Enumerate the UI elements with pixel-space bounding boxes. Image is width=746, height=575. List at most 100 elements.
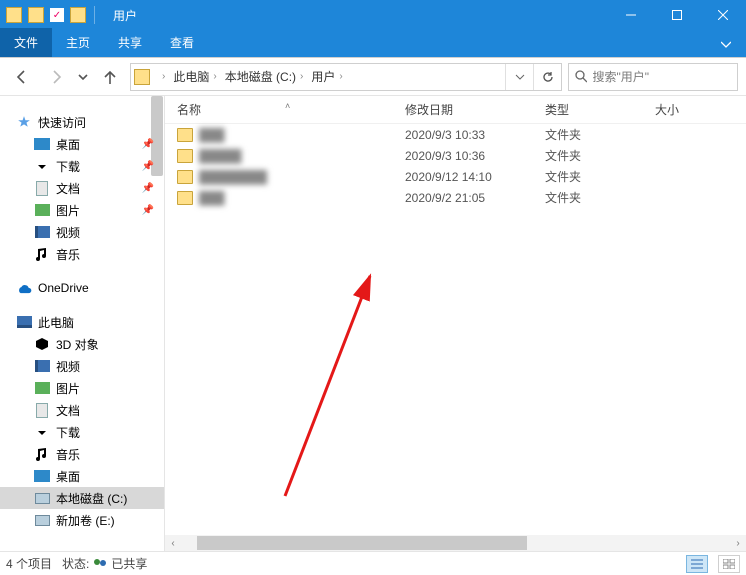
- checkbox-icon[interactable]: ✓: [50, 8, 64, 22]
- drive-icon: [34, 490, 50, 506]
- nav-item[interactable]: 本地磁盘 (C:): [0, 487, 164, 509]
- horizontal-scrollbar[interactable]: ‹ ›: [165, 535, 746, 551]
- nav-label: 快速访问: [38, 114, 86, 131]
- nav-label: 新加卷 (E:): [56, 512, 115, 529]
- tab-file[interactable]: 文件: [0, 28, 52, 57]
- tab-share[interactable]: 共享: [104, 28, 156, 57]
- file-list-view[interactable]: 名称˄ 修改日期 类型 大小 ███ 2020/9/3 10:33 文件夹 ██…: [165, 96, 746, 551]
- minimize-button[interactable]: [608, 0, 654, 30]
- up-button[interactable]: [96, 63, 124, 91]
- pic-icon: [34, 202, 50, 218]
- nav-item[interactable]: 音乐: [0, 243, 164, 265]
- ribbon-expand-button[interactable]: [706, 31, 746, 57]
- nav-item[interactable]: 3D 对象: [0, 333, 164, 355]
- tab-home[interactable]: 主页: [52, 28, 104, 57]
- nav-label: 本地磁盘 (C:): [56, 490, 127, 507]
- annotation-arrow: [275, 256, 415, 506]
- nav-item[interactable]: 图片 📌: [0, 199, 164, 221]
- folder-icon: [70, 7, 86, 23]
- nav-item[interactable]: 下载: [0, 421, 164, 443]
- recent-locations-button[interactable]: [76, 63, 90, 91]
- back-button[interactable]: [8, 63, 36, 91]
- nav-label: 音乐: [56, 446, 80, 463]
- nav-label: 桌面: [56, 136, 80, 153]
- nav-item[interactable]: 下载 📌: [0, 155, 164, 177]
- nav-label: 下载: [56, 158, 80, 175]
- nav-label: 下载: [56, 424, 80, 441]
- nav-label: 文档: [56, 180, 80, 197]
- forward-button[interactable]: [42, 63, 70, 91]
- pin-icon: 📌: [142, 161, 154, 172]
- address-dropdown-button[interactable]: [505, 64, 533, 90]
- file-row[interactable]: ████████ 2020/9/12 14:10 文件夹: [165, 166, 746, 187]
- scroll-left-icon[interactable]: ‹: [165, 538, 181, 549]
- nav-item[interactable]: 图片: [0, 377, 164, 399]
- column-header-size[interactable]: 大小: [655, 101, 735, 118]
- refresh-button[interactable]: [533, 64, 561, 90]
- nav-label: OneDrive: [38, 281, 89, 295]
- search-icon: [575, 70, 587, 83]
- download-icon: [34, 424, 50, 440]
- music-icon: [34, 446, 50, 462]
- file-row[interactable]: ███ 2020/9/3 10:33 文件夹: [165, 124, 746, 145]
- nav-label: 桌面: [56, 468, 80, 485]
- nav-this-pc[interactable]: 此电脑: [0, 311, 164, 333]
- scrollbar-thumb[interactable]: [197, 536, 527, 550]
- nav-quick-access[interactable]: 快速访问: [0, 111, 164, 133]
- close-button[interactable]: [700, 0, 746, 30]
- file-row[interactable]: ███ 2020/9/2 21:05 文件夹: [165, 187, 746, 208]
- nav-label: 文档: [56, 402, 80, 419]
- sort-indicator-icon: ˄: [285, 101, 290, 111]
- breadcrumb-item[interactable]: 用户›: [307, 64, 346, 90]
- nav-label: 此电脑: [38, 314, 74, 331]
- file-type: 文件夹: [545, 189, 655, 206]
- pin-icon: 📌: [142, 205, 154, 216]
- pin-icon: 📌: [142, 183, 154, 194]
- address-bar[interactable]: › 此电脑› 本地磁盘 (C:)› 用户›: [130, 63, 562, 91]
- search-input[interactable]: [593, 70, 731, 84]
- nav-item[interactable]: 音乐: [0, 443, 164, 465]
- folder-icon: [28, 7, 44, 23]
- navigation-pane[interactable]: 快速访问 桌面 📌 下载 📌 文档 📌 图片 📌 视频: [0, 96, 165, 551]
- column-header-type[interactable]: 类型: [545, 101, 655, 118]
- nav-label: 视频: [56, 358, 80, 375]
- maximize-button[interactable]: [654, 0, 700, 30]
- nav-item[interactable]: 新加卷 (E:): [0, 509, 164, 531]
- file-date: 2020/9/3 10:36: [405, 149, 545, 163]
- search-box[interactable]: [568, 63, 738, 91]
- nav-onedrive[interactable]: OneDrive: [0, 277, 164, 299]
- view-details-button[interactable]: [686, 555, 708, 573]
- nav-label: 图片: [56, 202, 80, 219]
- scroll-right-icon[interactable]: ›: [730, 538, 746, 549]
- nav-item[interactable]: 视频: [0, 221, 164, 243]
- file-date: 2020/9/3 10:33: [405, 128, 545, 142]
- star-icon: [16, 114, 32, 130]
- column-header-name[interactable]: 名称˄: [165, 101, 405, 118]
- nav-item[interactable]: 桌面: [0, 465, 164, 487]
- breadcrumb-item[interactable]: 本地磁盘 (C:)›: [221, 64, 308, 90]
- nav-item[interactable]: 文档 📌: [0, 177, 164, 199]
- status-bar: 4 个项目 状态: 已共享: [0, 551, 746, 575]
- ribbon: 文件 主页 共享 查看: [0, 30, 746, 58]
- file-type: 文件夹: [545, 168, 655, 185]
- file-row[interactable]: █████ 2020/9/3 10:36 文件夹: [165, 145, 746, 166]
- folder-icon: [177, 149, 193, 163]
- desktop-icon: [34, 468, 50, 484]
- file-name: █████: [199, 149, 242, 163]
- folder-icon: [177, 128, 193, 142]
- breadcrumb-item[interactable]: 此电脑›: [169, 64, 220, 90]
- tab-view[interactable]: 查看: [156, 28, 208, 57]
- quick-access-toolbar: ✓: [0, 6, 97, 24]
- nav-item[interactable]: 视频: [0, 355, 164, 377]
- file-name: ███: [199, 191, 225, 205]
- nav-item[interactable]: 桌面 📌: [0, 133, 164, 155]
- nav-item[interactable]: 文档: [0, 399, 164, 421]
- file-type: 文件夹: [545, 126, 655, 143]
- view-large-icons-button[interactable]: [718, 555, 740, 573]
- file-date: 2020/9/12 14:10: [405, 170, 545, 184]
- cloud-icon: [16, 280, 32, 296]
- shared-users-icon: [92, 558, 108, 570]
- download-icon: [34, 158, 50, 174]
- breadcrumb-item[interactable]: ›: [154, 64, 169, 90]
- column-header-date[interactable]: 修改日期: [405, 101, 545, 118]
